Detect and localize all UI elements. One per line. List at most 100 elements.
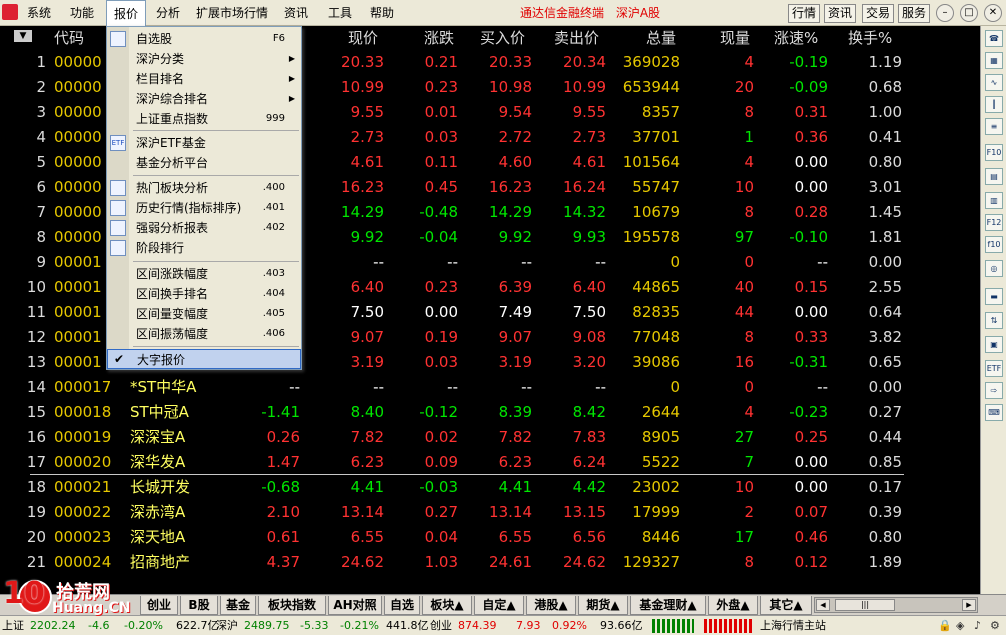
menu-item[interactable]: 区间量变幅度 .405 xyxy=(107,304,301,324)
table-row[interactable]: 17 000020 深华发A 1.47 6.23 0.09 6.23 6.24 5522 7 0.0… xyxy=(0,450,980,475)
menu-item[interactable]: 自选股 F6 xyxy=(107,29,301,49)
menu-item[interactable]: 区间换手排名 .404 xyxy=(107,284,301,304)
market-tab[interactable]: 板块▲ xyxy=(422,596,472,615)
col-header-code[interactable]: 代码 xyxy=(54,26,84,50)
news-button[interactable]: 资讯 xyxy=(824,4,857,23)
cell-price: 4.41 xyxy=(350,478,384,496)
settings-icon[interactable]: ⚙ xyxy=(990,616,1000,635)
market-tab[interactable]: 其它▲ xyxy=(760,596,812,615)
col-header-current-volume[interactable]: 现量 xyxy=(720,26,750,50)
etf-icon[interactable]: ETF xyxy=(985,360,1003,377)
calc-icon[interactable]: ▣ xyxy=(985,336,1003,353)
menu-system[interactable]: 系统 xyxy=(27,0,57,26)
cell-buy: 4.41 xyxy=(498,478,532,496)
sz-index-amount: 441.8亿 xyxy=(386,619,429,632)
menu-item-shortcut: .402 xyxy=(262,222,285,233)
cell-diff: 0.01 xyxy=(424,103,458,121)
setting-icon[interactable]: ⌨ xyxy=(985,404,1003,421)
list-icon xyxy=(110,31,126,47)
scroll-right-icon[interactable]: ▶ xyxy=(962,599,976,611)
quotes-button[interactable]: 行情 xyxy=(788,4,821,23)
market-tab[interactable]: 港股▲ xyxy=(526,596,576,615)
chart-icon[interactable]: ∿ xyxy=(985,74,1003,91)
col-header-turnover[interactable]: 换手% xyxy=(848,26,892,50)
menu-item-shortcut: .400 xyxy=(262,182,285,193)
col-header-bid[interactable]: 买入价 xyxy=(480,26,525,50)
menu-item[interactable]: 区间涨跌幅度 .403 xyxy=(107,264,301,284)
folder-icon[interactable]: ▬ xyxy=(985,288,1003,305)
cell-buy: 7.82 xyxy=(498,428,532,446)
close-icon[interactable]: ✕ xyxy=(984,4,1002,22)
market-tab[interactable]: AH对照 xyxy=(328,596,382,615)
sound-icon[interactable]: ♪ xyxy=(974,616,981,635)
cell-price: 9.92 xyxy=(350,228,384,246)
cell-turn: 0.41 xyxy=(868,128,902,146)
market-tab[interactable]: 自定▲ xyxy=(474,596,524,615)
f10b-icon[interactable]: f10 xyxy=(985,236,1003,253)
menu-item[interactable]: 基金分析平台 xyxy=(107,153,301,173)
trade-button[interactable]: 交易 xyxy=(862,4,895,23)
cell-code: 000019 xyxy=(54,428,112,446)
menu-item[interactable]: 区间振荡幅度 .406 xyxy=(107,324,301,344)
menu-function[interactable]: 功能 xyxy=(70,0,100,26)
menu-item[interactable]: 深沪分类 ▶ xyxy=(107,49,301,69)
grid-icon[interactable]: ▦ xyxy=(985,52,1003,69)
market-tab[interactable]: 外盘▲ xyxy=(708,596,758,615)
lock-icon[interactable]: 🔒 xyxy=(938,616,952,635)
table-row[interactable]: 18 000021 长城开发 -0.68 4.41 -0.03 4.41 4.42 23002 1… xyxy=(0,475,980,500)
table-row[interactable]: 16 000019 深深宝A 0.26 7.82 0.02 7.82 7.83 8905 27 0.… xyxy=(0,425,980,450)
server-station[interactable]: 上海行情主站 xyxy=(760,616,826,635)
market-tab[interactable]: 创业 xyxy=(140,596,178,615)
tab-scrollbar[interactable]: ◀ ||| ▶ xyxy=(814,597,978,613)
menu-extended-market[interactable]: 扩展市场行情 xyxy=(196,0,276,26)
table-row[interactable]: 21 000024 招商地产 4.37 24.62 1.03 24.61 24.62 12932… xyxy=(0,550,980,575)
col-header-volume[interactable]: 总量 xyxy=(646,26,676,50)
menu-item[interactable]: 上证重点指数 999 xyxy=(107,109,301,129)
kline-icon[interactable]: ┃ xyxy=(985,96,1003,113)
maximize-icon[interactable]: □ xyxy=(960,4,978,22)
search-icon[interactable]: ◎ xyxy=(985,260,1003,277)
market-tab[interactable]: 期货▲ xyxy=(578,596,628,615)
phone-icon[interactable]: ☎ xyxy=(985,30,1003,47)
service-button[interactable]: 服务 xyxy=(898,4,931,23)
menu-help[interactable]: 帮助 xyxy=(370,0,400,26)
table-row[interactable]: 20 000023 深天地A 0.61 6.55 0.04 6.55 6.56 8446 17 0.… xyxy=(0,525,980,550)
col-header-ask[interactable]: 卖出价 xyxy=(554,26,599,50)
list-icon[interactable]: ≡ xyxy=(985,118,1003,135)
market-tab[interactable]: 板块指数 xyxy=(258,596,326,615)
menu-item[interactable]: 栏目排名 ▶ xyxy=(107,69,301,89)
menu-quotes[interactable]: 报价 xyxy=(106,0,146,26)
minimize-icon[interactable]: – xyxy=(936,4,954,22)
table-row[interactable]: 14 000017 *ST中华A -- -- -- -- -- 0 0 -- 0.00 xyxy=(0,375,980,400)
scroll-left-icon[interactable]: ◀ xyxy=(816,599,830,611)
table-row[interactable]: 19 000022 深赤湾A 2.10 13.14 0.27 13.14 13.15 17999… xyxy=(0,500,980,525)
menu-item[interactable]: 阶段排行 xyxy=(107,238,301,258)
market-tab[interactable]: B股 xyxy=(180,596,218,615)
market-tab[interactable]: 基金理财▲ xyxy=(630,596,706,615)
updown-icon[interactable]: ⇅ xyxy=(985,312,1003,329)
menu-item[interactable]: 历史行情(指标排序) .401 xyxy=(107,198,301,218)
menu-item[interactable]: 强弱分析报表 .402 xyxy=(107,218,301,238)
menu-analysis[interactable]: 分析 xyxy=(156,0,186,26)
col-header-speed[interactable]: 涨速% xyxy=(774,26,818,50)
menu-item[interactable]: 深沪综合排名 ▶ xyxy=(107,89,301,109)
col-header-change[interactable]: 涨跌 xyxy=(424,26,454,50)
cell-spd: 0.12 xyxy=(794,553,828,571)
menu-tools[interactable]: 工具 xyxy=(328,0,358,26)
f10-icon[interactable]: F10 xyxy=(985,144,1003,161)
col-header-price[interactable]: 现价 xyxy=(348,26,378,50)
table-row[interactable]: 15 000018 ST中冠A -1.41 8.40 -0.12 8.39 8.42 2644 4… xyxy=(0,400,980,425)
menu-item[interactable]: 热门板块分析 .400 xyxy=(107,178,301,198)
menu-news[interactable]: 资讯 xyxy=(284,0,314,26)
doc-icon[interactable]: ▥ xyxy=(985,192,1003,209)
scroll-thumb[interactable]: ||| xyxy=(835,599,895,611)
cell-diff: 0.03 xyxy=(424,128,458,146)
sort-toggle-icon[interactable]: ▼ xyxy=(14,30,32,42)
market-tab[interactable]: 基金 xyxy=(220,596,256,615)
market-tab[interactable]: 自选 xyxy=(384,596,420,615)
f12-icon[interactable]: F12 xyxy=(985,214,1003,231)
menu-item[interactable]: 大字报价 ✔ xyxy=(107,349,301,369)
export-icon[interactable]: ⇨ xyxy=(985,382,1003,399)
notes-icon[interactable]: ▤ xyxy=(985,168,1003,185)
menu-item[interactable]: 深沪ETF基金 ETF xyxy=(107,133,301,153)
